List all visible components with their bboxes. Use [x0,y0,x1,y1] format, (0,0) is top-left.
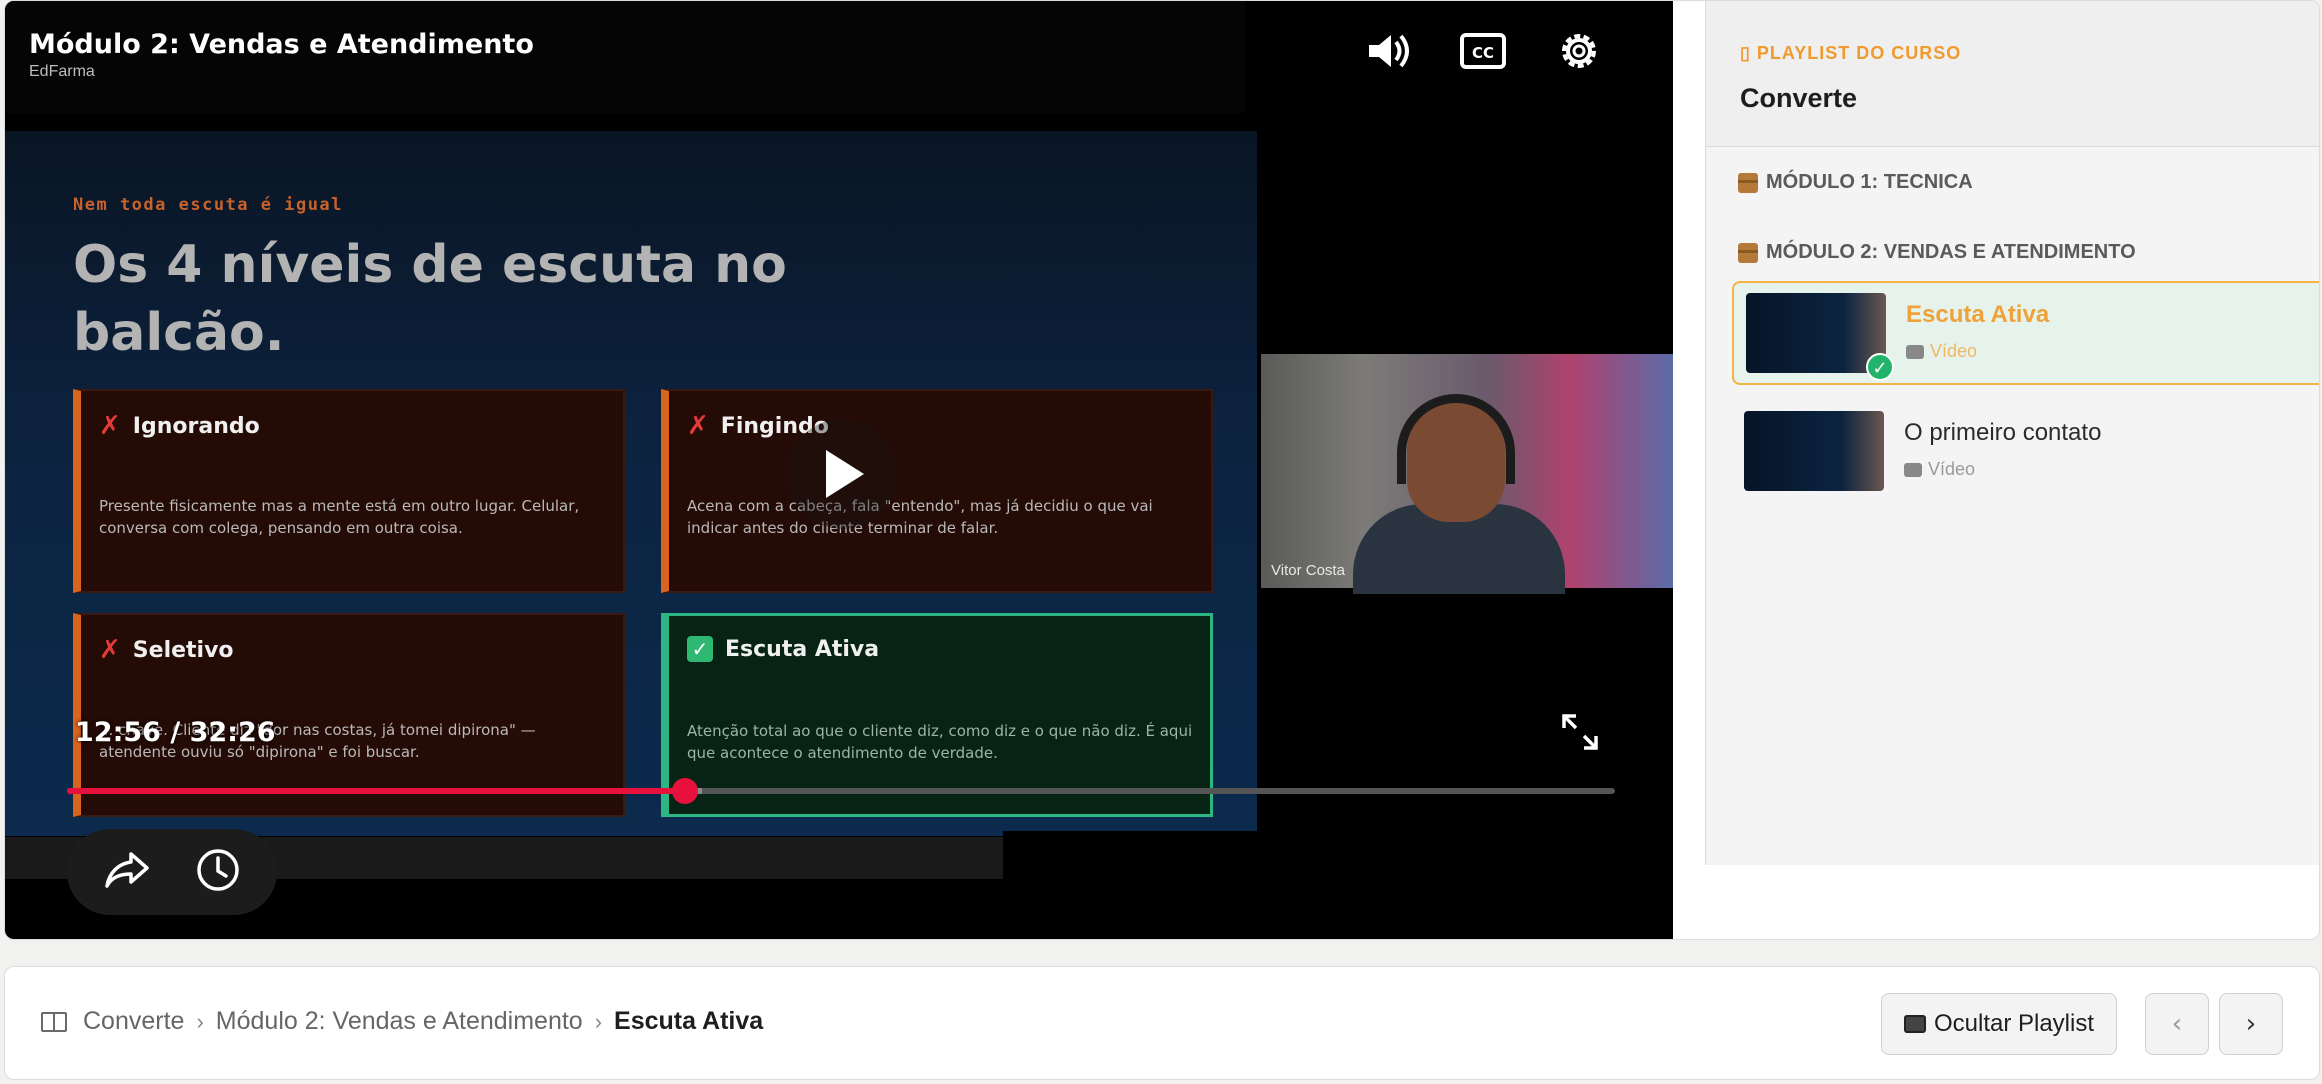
progress-handle[interactable] [671,778,698,804]
hide-playlist-button[interactable]: Ocultar Playlist [1881,993,2117,1055]
video-player[interactable]: Nem toda escuta é igual Os 4 níveis de e… [5,1,1673,939]
slide-card-highlight: ✓ Escuta Ativa Atenção total ao que o cli… [661,613,1213,817]
webcam-name: Vitor Costa [1271,562,1345,579]
time-display: 12:56 / 32:26 [75,717,276,748]
play-icon [826,450,864,498]
x-icon: ✗ [99,635,121,665]
webcam-feed: Vitor Costa [1261,354,1673,594]
gear-icon[interactable] [1551,23,1607,79]
share-icon[interactable] [103,846,151,899]
checkmark-icon: ✓ [1866,353,1894,381]
playlist-course-title: Converte [1740,83,1858,113]
slide-card-title: Seletivo [132,637,234,663]
bottom-black [1003,831,1263,927]
book-icon [41,1011,67,1032]
slide-card-body: Presente fisicamente mas a mente está em… [99,497,580,537]
video-camera-icon [1906,344,1924,359]
lesson-thumbnail: ✓ [1746,293,1894,381]
x-icon: ✗ [687,411,709,441]
breadcrumb-separator: › [196,1008,204,1034]
clock-icon[interactable] [194,846,242,899]
breadcrumb-module[interactable]: Módulo 2: Vendas e Atendimento [216,1007,583,1036]
playlist-sidebar: ▯ PLAYLIST DO CURSO Converte MÓDULO 1: T… [1705,1,2319,865]
slide-card-title: Escuta Ativa [725,636,880,662]
next-button[interactable]: › [2219,993,2283,1055]
volume-icon[interactable] [1359,23,1415,79]
module-header[interactable]: MÓDULO 2: VENDAS E ATENDIMENTO [1738,241,2136,264]
video-title: Módulo 2: Vendas e Atendimento [29,29,534,60]
play-button[interactable] [787,419,897,529]
box-icon [1738,242,1758,263]
prev-button[interactable]: ‹ [2145,993,2209,1055]
tv-icon [1903,1015,1926,1033]
svg-text:CC: CC [1472,44,1494,62]
module-header[interactable]: MÓDULO 1: TECNICA [1738,171,1973,194]
breadcrumb: Converte › Módulo 2: Vendas e Atendiment… [41,1007,763,1036]
footer-bar: Converte › Módulo 2: Vendas e Atendiment… [4,966,2320,1080]
slide-card-body: Atenção total ao que o cliente diz, como… [687,722,1193,762]
slide-title: Os 4 níveis de escuta no balcão. [73,235,787,363]
player-topbar: Módulo 2: Vendas e Atendimento EdFarma [5,1,1245,113]
box-icon [1738,172,1758,193]
lesson-item[interactable]: O primeiro contato Vídeo [1732,401,2319,505]
lesson-title: O primeiro contato [1904,419,2102,446]
slide-card: ✗ Seletivo ... chave. Cliente diz "dor na… [73,613,625,817]
lesson-type: Vídeo [1906,341,1977,362]
breadcrumb-separator: › [594,1008,603,1034]
app-root: Nem toda escuta é igual Os 4 níveis de e… [0,0,2322,1084]
extra-controls [67,829,277,915]
progress-bar[interactable] [67,778,1615,804]
check-icon: ✓ [687,636,713,662]
lesson-thumbnail [1744,411,1884,491]
x-icon: ✗ [99,411,121,441]
video-camera-icon [1904,462,1922,477]
lesson-item-active[interactable]: ✓ Escuta Ativa Vídeo [1732,281,2319,385]
fullscreen-icon[interactable] [1553,705,1607,759]
slide-card-title: Ignorando [132,413,260,439]
breadcrumb-course[interactable]: Converte [83,1007,184,1036]
book-icon: ▯ [1740,43,1757,63]
progress-played [67,788,685,794]
lesson-title: Escuta Ativa [1906,301,2050,328]
slide-card-body: Acena com a cabeça, fala "entendo", mas … [687,497,1153,537]
slide-card: ✗ Fingindo Acena com a cabeça, fala "ente… [661,389,1213,593]
headphones [1397,394,1515,484]
slide-kicker: Nem toda escuta é igual [73,195,343,215]
video-channel: EdFarma [29,63,95,80]
slide-card: ✗ Ignorando Presente fisicamente mas a me… [73,389,625,593]
captions-icon[interactable]: CC [1455,23,1511,79]
lesson-type: Vídeo [1904,459,1975,480]
playlist-header: ▯ PLAYLIST DO CURSO Converte [1706,1,2319,147]
player-card: Nem toda escuta é igual Os 4 níveis de e… [4,0,2320,940]
breadcrumb-current: Escuta Ativa [614,1007,764,1035]
playlist-tag: ▯ PLAYLIST DO CURSO [1740,43,1962,63]
